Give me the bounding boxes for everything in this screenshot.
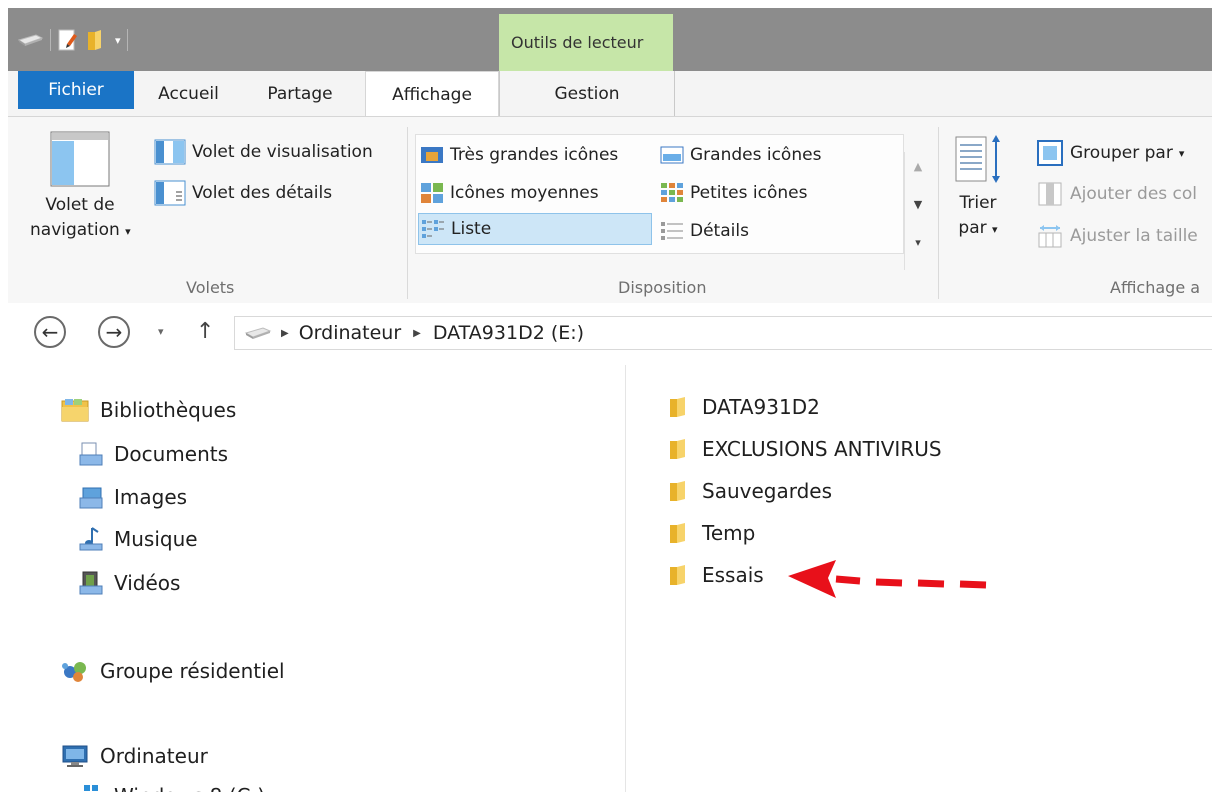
add-columns-label: Ajouter des col xyxy=(1070,184,1198,204)
sort-by-button[interactable]: Trier par ▾ xyxy=(948,131,1008,242)
chevron-down-icon: ▾ xyxy=(992,223,998,236)
folder-icon xyxy=(670,397,685,417)
group-layout: Très grandes icônes Grandes icônes Icône… xyxy=(8,117,938,303)
list-item[interactable]: Essais xyxy=(668,563,764,587)
nav-item-computer[interactable]: Ordinateur xyxy=(60,743,208,769)
address-bar-row: ← → ▾ ↑ ▶ Ordinateur ▶ DATA931D2 (E:) xyxy=(8,303,1212,365)
list-item[interactable]: EXCLUSIONS ANTIVIRUS xyxy=(668,437,942,461)
folder-icon xyxy=(670,523,685,543)
large-icons-icon xyxy=(660,146,684,164)
documents-icon xyxy=(79,442,103,466)
layout-large-icons[interactable]: Grandes icônes xyxy=(660,139,821,171)
context-tab-header: Outils de lecteur xyxy=(499,14,673,71)
title-bar: ▾ Outils de lecteur xyxy=(8,8,1212,71)
layout-extra-large-icons[interactable]: Très grandes icônes xyxy=(420,139,618,171)
drive-icon[interactable] xyxy=(16,33,44,47)
extra-large-icons-icon xyxy=(421,147,443,163)
group-label-current-view: Affichage a xyxy=(1110,278,1201,297)
context-tab-label: Outils de lecteur xyxy=(511,33,644,52)
list-item[interactable]: DATA931D2 xyxy=(668,395,820,419)
gallery-scroll: ▲ ▼ ▾ xyxy=(904,152,931,270)
nav-item-documents[interactable]: Documents xyxy=(78,441,228,467)
images-icon xyxy=(79,487,103,509)
breadcrumb-drive[interactable]: DATA931D2 (E:) xyxy=(433,322,584,344)
medium-icons-icon xyxy=(421,183,443,203)
breadcrumb-computer[interactable]: Ordinateur xyxy=(299,322,401,344)
add-columns-button[interactable]: Ajouter des col xyxy=(1036,180,1197,208)
folder-icon xyxy=(670,565,685,585)
size-columns-icon xyxy=(1038,225,1062,248)
folder-icon xyxy=(670,439,685,459)
qat-separator xyxy=(50,29,51,51)
quick-access-toolbar: ▾ xyxy=(16,28,128,52)
layout-medium-icons[interactable]: Icônes moyennes xyxy=(420,177,599,209)
red-arrow-icon xyxy=(788,560,987,598)
windows-drive-icon xyxy=(84,785,98,791)
address-box[interactable]: ▶ Ordinateur ▶ DATA931D2 (E:) xyxy=(234,316,1212,350)
gallery-scroll-down-icon[interactable]: ▼ xyxy=(905,198,931,211)
ribbon-tabs: Fichier Accueil Partage Affichage Gestio… xyxy=(8,71,1212,118)
size-columns-button[interactable]: Ajuster la taille xyxy=(1036,222,1198,250)
videos-icon xyxy=(79,571,103,595)
file-list: DATA931D2 EXCLUSIONS ANTIVIRUS Sauvegard… xyxy=(626,365,1212,792)
forward-arrow-icon: → xyxy=(105,320,123,344)
annotation-arrow xyxy=(784,558,994,612)
tab-home[interactable]: Accueil xyxy=(146,71,231,116)
list-item[interactable]: Sauvegardes xyxy=(668,479,832,503)
size-columns-label: Ajuster la taille xyxy=(1070,226,1198,246)
back-button[interactable]: ← xyxy=(34,316,66,348)
group-current-view: Trier par ▾ Grouper par ▾ Ajouter des co… xyxy=(938,117,1212,303)
properties-icon[interactable] xyxy=(57,28,79,52)
nav-item-libraries[interactable]: Bibliothèques xyxy=(60,397,236,423)
libraries-icon xyxy=(61,399,89,422)
music-icon xyxy=(79,527,103,551)
tab-file[interactable]: Fichier xyxy=(18,71,134,109)
forward-button[interactable]: → xyxy=(98,316,130,348)
list-item[interactable]: Temp xyxy=(668,521,755,545)
nav-item-windows-drive[interactable]: Windows 8 (C:) xyxy=(78,783,265,792)
breadcrumb-chevron-icon[interactable]: ▶ xyxy=(413,328,421,339)
nav-item-videos[interactable]: Vidéos xyxy=(78,570,180,596)
group-by-label: Grouper par xyxy=(1070,143,1173,163)
list-icon xyxy=(422,220,444,238)
sort-by-label1: Trier xyxy=(959,193,997,213)
new-folder-icon[interactable] xyxy=(85,28,107,52)
qat-customize-icon[interactable]: ▾ xyxy=(115,34,121,47)
up-arrow-icon[interactable]: ↑ xyxy=(196,319,214,344)
folder-icon xyxy=(670,481,685,501)
small-icons-icon xyxy=(661,183,683,202)
homegroup-icon xyxy=(62,662,86,682)
layout-details[interactable]: Détails xyxy=(660,215,749,247)
layout-list[interactable]: Liste xyxy=(418,213,652,245)
tab-manage[interactable]: Gestion xyxy=(499,71,675,116)
breadcrumb-chevron-icon[interactable]: ▶ xyxy=(281,328,289,339)
recent-locations-chevron-icon[interactable]: ▾ xyxy=(158,325,164,338)
details-icon xyxy=(661,222,683,240)
group-by-icon xyxy=(1037,140,1063,166)
tab-view[interactable]: Affichage xyxy=(365,71,499,118)
gallery-scroll-up-icon[interactable]: ▲ xyxy=(905,160,931,173)
computer-icon xyxy=(62,745,88,767)
drive-icon xyxy=(244,327,272,339)
sort-by-icon xyxy=(955,135,1000,183)
layout-gallery: Très grandes icônes Grandes icônes Icône… xyxy=(415,134,931,270)
navigation-pane: Bibliothèques Documents Images Musique V… xyxy=(8,365,626,792)
layout-small-icons[interactable]: Petites icônes xyxy=(660,177,807,209)
qat-separator xyxy=(126,29,128,51)
ribbon: Volet de navigation ▾ Volet de visualisa… xyxy=(8,116,1212,304)
group-label-layout: Disposition xyxy=(618,278,707,297)
nav-item-music[interactable]: Musique xyxy=(78,526,198,552)
group-by-button[interactable]: Grouper par ▾ xyxy=(1036,139,1184,167)
nav-item-images[interactable]: Images xyxy=(78,484,187,510)
tab-share[interactable]: Partage xyxy=(250,71,350,116)
sort-by-label2: par xyxy=(958,218,987,238)
nav-item-homegroup[interactable]: Groupe résidentiel xyxy=(60,658,285,684)
chevron-down-icon: ▾ xyxy=(1178,146,1185,160)
explorer-window: ▾ Outils de lecteur Fichier Accueil Part… xyxy=(8,8,1212,792)
back-arrow-icon: ← xyxy=(41,320,59,344)
gallery-expand-icon[interactable]: ▾ xyxy=(905,236,931,249)
add-columns-icon xyxy=(1038,182,1062,206)
